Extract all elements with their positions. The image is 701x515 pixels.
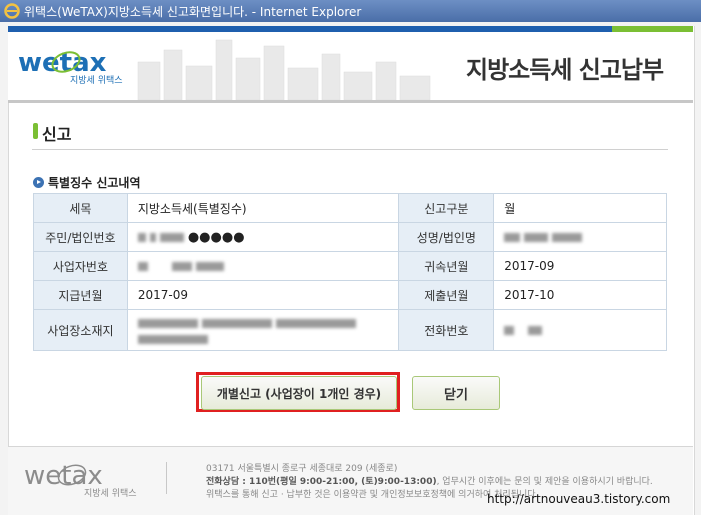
- window-titlebar: 위택스(WeTAX)지방소득세 신고화면입니다. - Internet Expl…: [0, 0, 701, 22]
- address-label: 사업장소재지: [33, 309, 128, 351]
- table-row: 사업자번호 귀속년월 2017-09: [33, 251, 667, 281]
- redacted-mark: [137, 335, 208, 344]
- redacted-mark: [201, 319, 272, 328]
- close-button[interactable]: 닫기: [412, 376, 500, 410]
- section-divider: [32, 149, 668, 150]
- business-no-value-redacted: [126, 251, 400, 281]
- resident-id-value: ●●●●●: [126, 222, 400, 252]
- report-type-label: 신고구분: [398, 193, 495, 223]
- svg-text:wetax: wetax: [18, 48, 107, 78]
- footer-phone-bold: 전화상담 : 110번(평일 9:00-21:00, (토)9:00-13:00…: [206, 477, 437, 487]
- redacted-mark: [504, 326, 515, 335]
- footer-address: 03171 서울특별시 종로구 세종대로 209 (세종로): [206, 464, 398, 474]
- report-type-value: 월: [493, 193, 667, 223]
- wetax-logo: wetax 지방세 위택스: [18, 48, 123, 85]
- section-marker: [33, 123, 38, 139]
- pay-month-label: 지급년월: [33, 280, 128, 310]
- redacted-mark: [171, 262, 192, 271]
- name-label: 성명/법인명: [398, 222, 495, 252]
- tax-item-label: 세목: [33, 193, 128, 223]
- redacted-mark: [195, 262, 224, 271]
- internet-explorer-icon: [4, 3, 20, 19]
- svg-text:wetax: wetax: [24, 461, 103, 491]
- individual-report-button[interactable]: 개별신고 (사업장이 1개인 경우): [201, 376, 397, 410]
- page-title: 지방소득세 신고납부: [466, 56, 664, 84]
- redacted-mark: [504, 233, 521, 242]
- address-value-redacted: [126, 309, 400, 351]
- footer-separator: [166, 462, 167, 494]
- redacted-mark: [137, 232, 146, 242]
- resident-id-label: 주민/법인번호: [33, 222, 128, 252]
- business-no-label: 사업자번호: [33, 251, 128, 281]
- redacted-mark: [137, 319, 198, 328]
- redacted-mark: [528, 326, 543, 335]
- report-details-table: 세목 지방소득세(특별징수) 신고구분 월 주민/법인번호 ●●●●● 성명/법…: [33, 193, 667, 351]
- submit-month-label: 제출년월: [398, 280, 495, 310]
- section-title: 신고: [42, 125, 72, 144]
- belong-month-label: 귀속년월: [398, 251, 495, 281]
- redacted-mark: [552, 233, 583, 242]
- wetax-footer-logo: wetax 지방세 위택스: [24, 461, 137, 498]
- tax-item-value: 지방소득세(특별징수): [126, 193, 400, 223]
- table-row: 지급년월 2017-09 제출년월 2017-10: [33, 280, 667, 310]
- city-skyline-illustration: [137, 39, 431, 100]
- svg-text:지방세 위택스: 지방세 위택스: [84, 488, 137, 498]
- redacted-mark: [137, 262, 148, 271]
- phone-value-redacted: [493, 309, 667, 351]
- footer-phone-rest: , 업무시간 이후에는 문의 및 제안을 이용하시기 바랍니다.: [436, 477, 653, 487]
- redacted-mark: [159, 232, 184, 242]
- subsection-title: 특별징수 신고내역: [48, 176, 141, 190]
- phone-label: 전화번호: [398, 309, 495, 351]
- redacted-mark: [149, 232, 156, 242]
- submit-month-value: 2017-10: [493, 280, 667, 310]
- table-row: 사업장소재지 전화번호: [33, 309, 667, 351]
- redacted-mark: [524, 233, 549, 242]
- belong-month-value: 2017-09: [493, 251, 667, 281]
- table-row: 세목 지방소득세(특별징수) 신고구분 월: [33, 193, 667, 223]
- watermark-url: http://artnouveau3.tistory.com: [487, 492, 671, 506]
- name-value-redacted: [493, 222, 667, 252]
- header-divider: [8, 100, 693, 103]
- redacted-mark: [275, 319, 356, 328]
- footer-phone: 전화상담 : 110번(평일 9:00-21:00, (토)9:00-13:00…: [206, 474, 653, 487]
- table-row: 주민/법인번호 ●●●●● 성명/법인명: [33, 222, 667, 252]
- bullet-arrow-icon: [33, 177, 44, 188]
- pay-month-value: 2017-09: [126, 280, 400, 310]
- window-title: 위택스(WeTAX)지방소득세 신고화면입니다. - Internet Expl…: [24, 5, 362, 19]
- svg-text:지방세 위택스: 지방세 위택스: [70, 75, 123, 85]
- resident-id-mask: ●●●●●: [187, 229, 245, 245]
